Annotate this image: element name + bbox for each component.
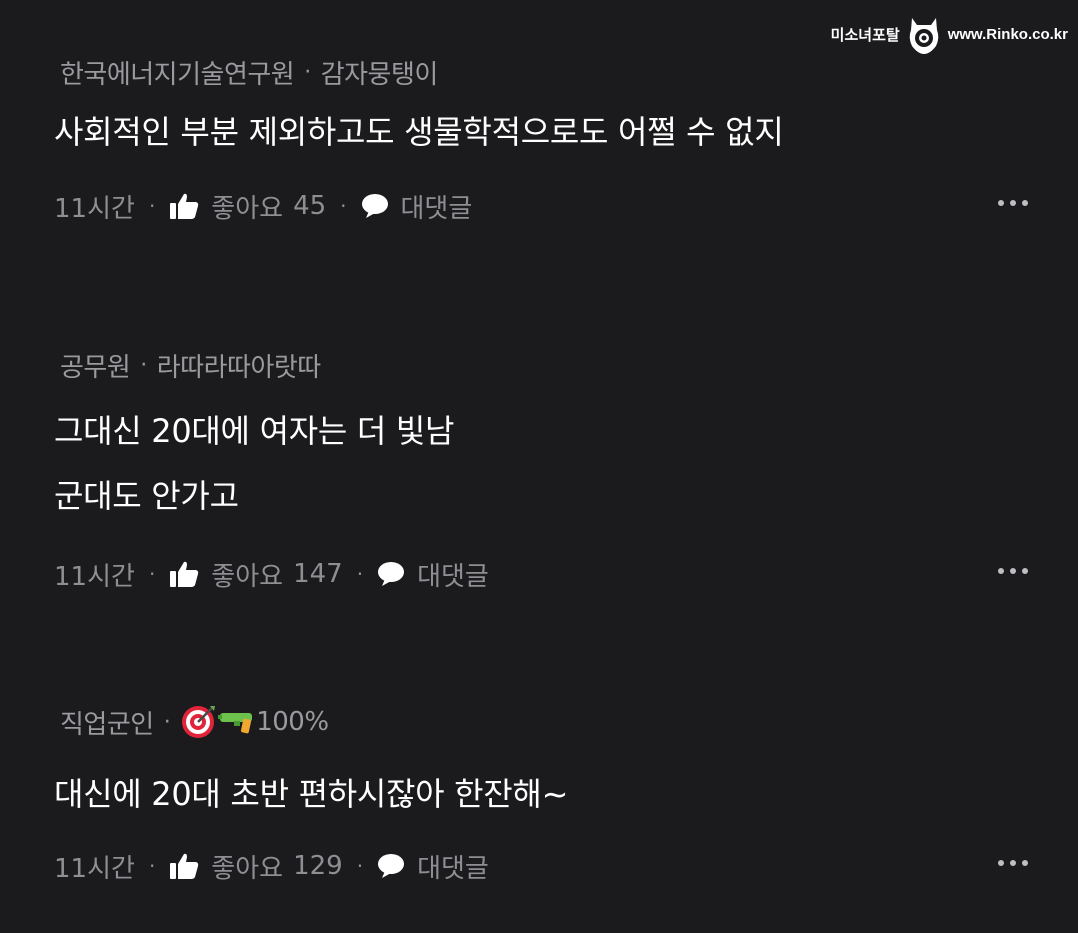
more-dots-icon[interactable] [998, 200, 1028, 206]
thumbs-up-icon [169, 192, 199, 220]
comment-text: 대신에 20대 초반 편하시잖아 한잔해~ [54, 775, 569, 813]
comment-actions: 11시간 · 좋아요 147 · 대댓글 [54, 554, 1078, 594]
nickname-emoji [180, 704, 254, 740]
reply-button[interactable]: 대댓글 [377, 848, 489, 885]
more-dots-icon[interactable] [998, 860, 1028, 866]
like-button[interactable]: 좋아요 147 [169, 556, 343, 593]
reply-label: 대댓글 [417, 561, 489, 592]
reply-label: 대댓글 [400, 193, 473, 224]
action-separator: · [148, 854, 156, 878]
action-separator: · [148, 562, 156, 586]
speech-bubble-icon [377, 853, 405, 879]
author-company[interactable]: 공무원 [60, 347, 131, 384]
comment-text: 군대도 안가고 [54, 477, 239, 515]
water-gun-icon [218, 713, 253, 734]
comment-text: 사회적인 부분 제외하고도 생물학적으로도 어쩔 수 없지 [54, 113, 784, 151]
like-count: 45 [293, 191, 327, 221]
comment-actions: 11시간 · 좋아요 45 · 대댓글 [54, 186, 1078, 226]
comment-item: 공무원 · 라따라따아랏따 그대신 20대에 여자는 더 빛남 군대도 안가고 … [54, 345, 1078, 594]
like-count: 147 [293, 559, 343, 589]
comment-author-row: 직업군인 · 100% [54, 702, 1078, 742]
reply-label: 대댓글 [417, 853, 489, 884]
author-nickname[interactable]: 감자뭉탱이 [321, 54, 439, 91]
reply-button[interactable]: 대댓글 [377, 556, 489, 593]
speech-bubble-icon [377, 561, 405, 587]
comment-item: 한국에너지기술연구원 · 감자뭉탱이 사회적인 부분 제외하고도 생물학적으로도… [54, 52, 1078, 226]
comment-author-row: 공무원 · 라따라따아랏따 [54, 345, 1078, 385]
speech-bubble-icon [361, 193, 389, 219]
like-label: 좋아요 [211, 853, 284, 884]
author-company[interactable]: 직업군인 [60, 704, 154, 741]
watermark-right-text: www.Rinko.co.kr [947, 25, 1068, 43]
comment-author-row: 한국에너지기술연구원 · 감자뭉탱이 [54, 52, 1078, 92]
mascot-logo-icon [909, 18, 938, 54]
comment-actions: 11시간 · 좋아요 129 · 대댓글 [54, 846, 1078, 886]
comment-time: 11시간 [54, 193, 135, 224]
like-button[interactable]: 좋아요 45 [169, 188, 326, 225]
thumbs-up-icon [169, 852, 199, 880]
comment-item: 직업군인 · 100% 대신에 20대 초반 편하시잖아 한잔해~ 11시간 · [54, 702, 1078, 886]
author-nickname[interactable]: 100% [256, 707, 329, 737]
author-company[interactable]: 한국에너지기술연구원 [60, 54, 295, 91]
author-nickname[interactable]: 라따라따아랏따 [157, 347, 321, 384]
like-label: 좋아요 [211, 193, 284, 224]
like-label: 좋아요 [211, 561, 284, 592]
like-button[interactable]: 좋아요 129 [169, 848, 343, 885]
comment-time: 11시간 [54, 561, 135, 592]
reply-button[interactable]: 대댓글 [361, 188, 473, 225]
thumbs-up-icon [169, 560, 199, 588]
like-count: 129 [293, 851, 343, 881]
meta-separator: · [140, 352, 147, 378]
action-separator: · [356, 854, 364, 878]
comment-time: 11시간 [54, 853, 135, 884]
target-icon [182, 706, 216, 738]
action-separator: · [340, 194, 347, 218]
meta-separator: · [304, 59, 311, 85]
watermark: 미소녀포탈 www.Rinko.co.kr [831, 14, 1068, 54]
action-separator: · [356, 562, 364, 586]
watermark-left-text: 미소녀포탈 [830, 26, 900, 44]
comment-text: 그대신 20대에 여자는 더 빛남 [54, 412, 455, 450]
meta-separator: · [163, 709, 171, 735]
action-separator: · [148, 194, 156, 218]
more-dots-icon[interactable] [998, 568, 1028, 574]
